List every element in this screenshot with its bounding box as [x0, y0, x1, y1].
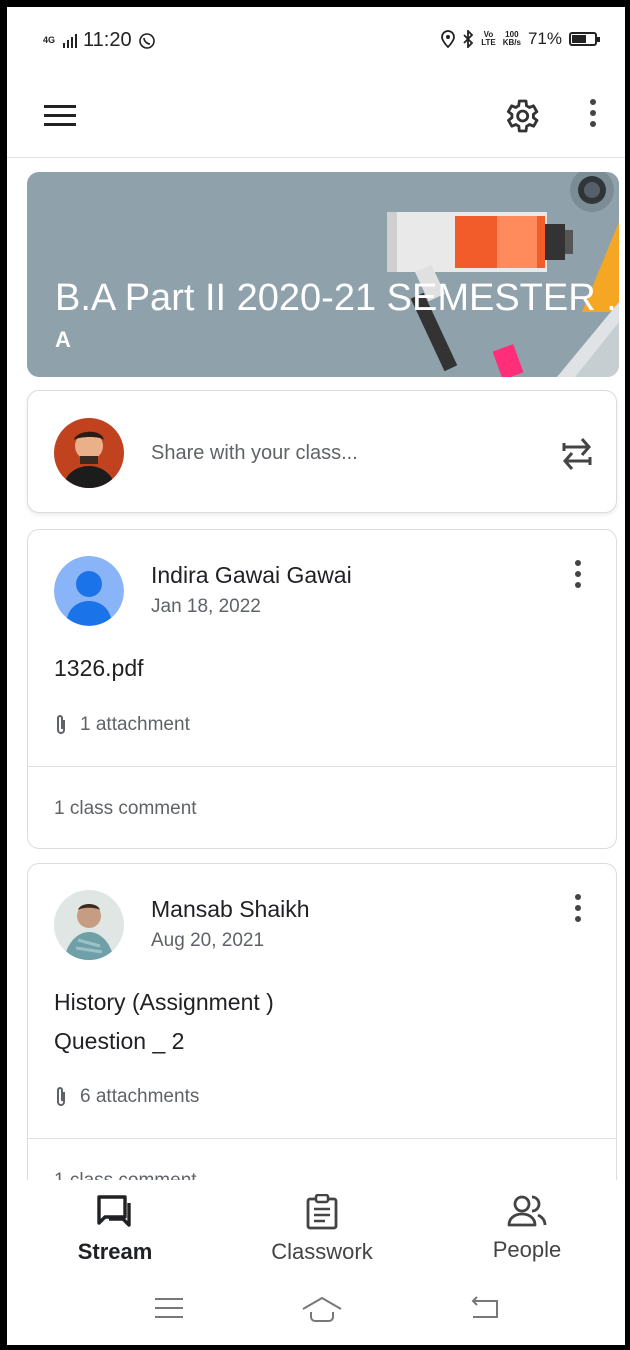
post-more-icon[interactable]: [568, 894, 588, 930]
battery-icon: [569, 32, 600, 46]
hamburger-menu-icon[interactable]: [44, 105, 76, 127]
signal-icon: [63, 33, 77, 48]
tab-label: People: [492, 1237, 562, 1262]
bluetooth-icon: [463, 30, 474, 48]
whatsapp-icon: [138, 32, 155, 49]
clock: 11:20: [83, 29, 132, 51]
network-speed: 100 KB/s: [502, 30, 521, 47]
classwork-icon: [306, 1193, 338, 1230]
share-input[interactable]: Share with your class...: [151, 442, 358, 465]
system-navigation-bar: [7, 1275, 625, 1345]
repost-icon[interactable]: [560, 433, 594, 471]
attachment-count: 6 attachments: [80, 1086, 200, 1107]
paperclip-icon: [57, 715, 65, 734]
divider: [28, 766, 616, 767]
paperclip-icon: [57, 1087, 65, 1106]
post-author: Indira Gawai Gawai: [151, 562, 352, 588]
share-card[interactable]: Share with your class...: [27, 390, 617, 513]
tab-stream[interactable]: Stream: [25, 1194, 205, 1265]
post-body-line2: Question _ 2: [54, 1028, 185, 1054]
class-section: A: [55, 327, 71, 352]
volte-indicator: Vo LTE: [481, 30, 496, 47]
avatar: [54, 418, 124, 488]
avatar: [54, 890, 124, 960]
stream-icon: [97, 1195, 131, 1227]
recent-apps-icon[interactable]: [153, 1295, 185, 1321]
avatar: [54, 556, 124, 626]
post-card[interactable]: Indira Gawai Gawai Jan 18, 2022 1326.pdf…: [27, 529, 617, 849]
tab-classwork[interactable]: Classwork: [232, 1193, 412, 1265]
post-body: 1326.pdf: [54, 655, 144, 681]
post-date: Aug 20, 2021: [151, 930, 265, 951]
tab-people[interactable]: People: [437, 1194, 617, 1263]
post-body-line1: History (Assignment ): [54, 989, 274, 1015]
tab-label: Classwork: [271, 1239, 373, 1264]
tab-label: Stream: [77, 1239, 153, 1264]
attachment-link[interactable]: 6 attachments: [54, 1086, 199, 1108]
post-more-icon[interactable]: [568, 560, 588, 596]
class-comment-link[interactable]: 1 class comment: [54, 798, 197, 820]
people-icon: [507, 1195, 547, 1227]
status-bar: 4G 11:20 Vo LTE 100 KB/s 71%: [7, 7, 625, 69]
attachment-count: 1 attachment: [80, 714, 190, 735]
battery-percent: 71%: [527, 29, 562, 48]
class-title: B.A Part II 2020-21 SEMESTER ...: [55, 277, 619, 319]
app-bar: [7, 69, 625, 158]
home-icon[interactable]: [301, 1295, 343, 1323]
back-icon[interactable]: [469, 1295, 501, 1321]
divider: [28, 1138, 616, 1139]
network-type: 4G: [43, 35, 56, 45]
location-icon: [441, 30, 456, 48]
attachment-link[interactable]: 1 attachment: [54, 714, 190, 736]
post-date: Jan 18, 2022: [151, 596, 261, 617]
phone-screen: 4G 11:20 Vo LTE 100 KB/s 71% B.A Part II…: [7, 7, 625, 1345]
bottom-navigation: Stream Classwork People: [7, 1180, 625, 1275]
post-author: Mansab Shaikh: [151, 896, 310, 922]
gear-icon[interactable]: [501, 96, 541, 136]
paint-tube-illustration: [387, 172, 619, 377]
class-banner[interactable]: B.A Part II 2020-21 SEMESTER ... A: [27, 172, 619, 377]
more-vert-icon[interactable]: [583, 99, 603, 135]
